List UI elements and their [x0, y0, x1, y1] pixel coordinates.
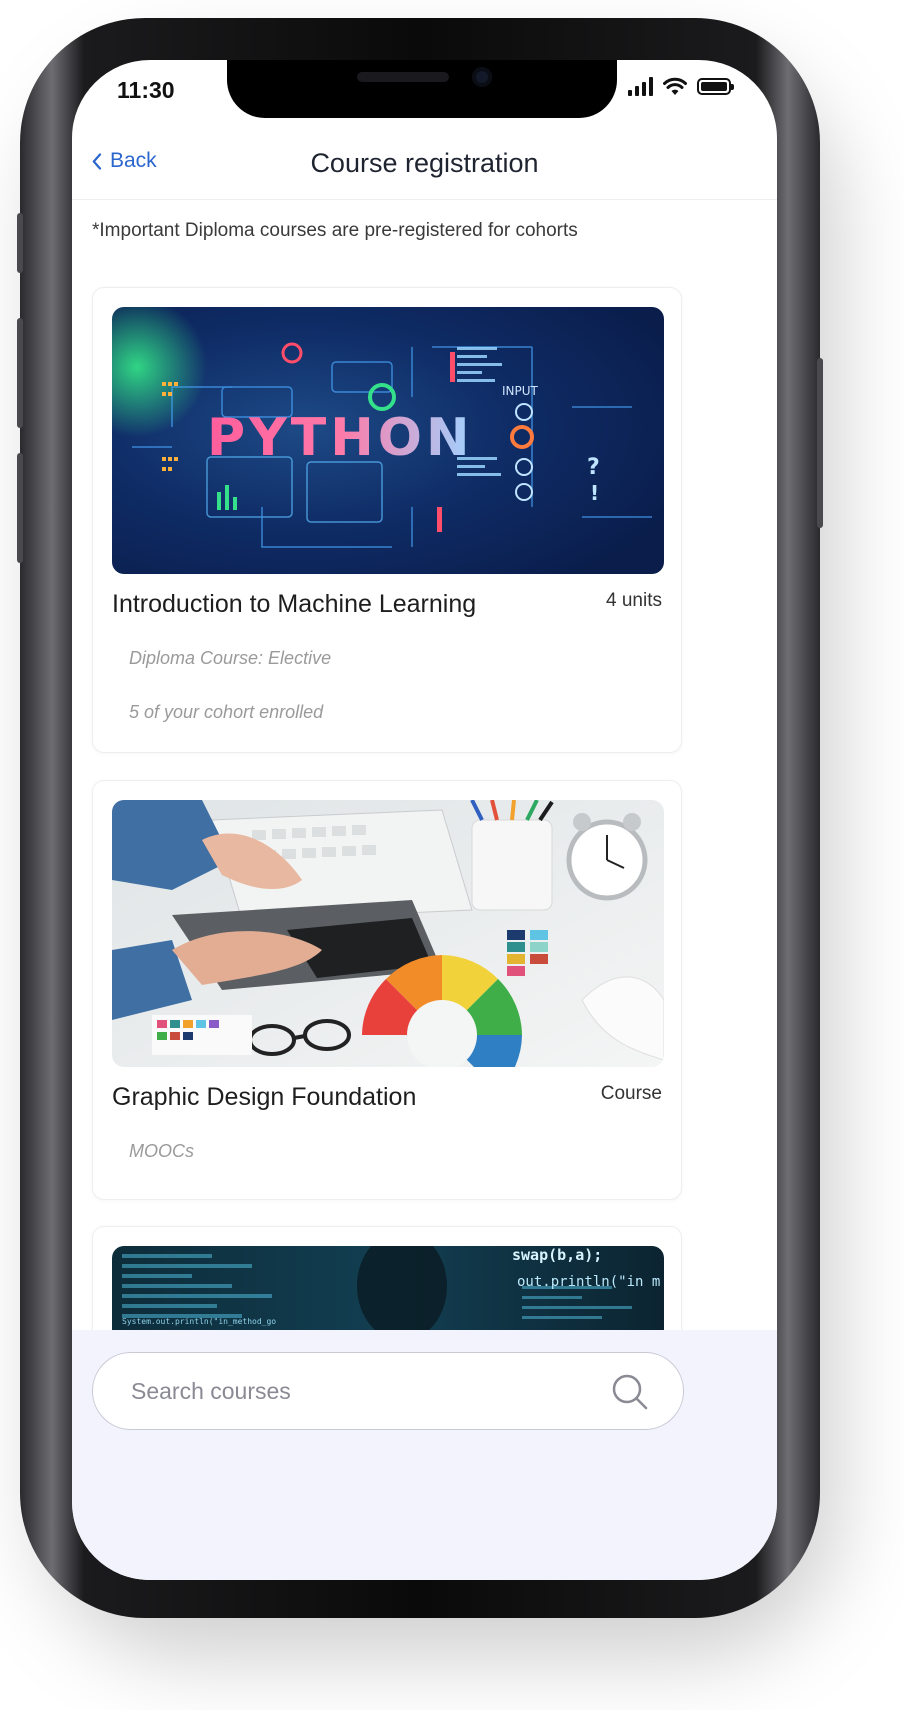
- search-icon[interactable]: [611, 1373, 649, 1411]
- battery-icon: [697, 77, 734, 95]
- status-icons: [628, 76, 734, 96]
- python-logo-text: PYTHON: [207, 408, 473, 468]
- course-type-label: Course: [600, 1083, 662, 1104]
- svg-text:!: !: [590, 481, 599, 505]
- volume-down-button: [17, 453, 23, 563]
- code-line-3: System.out.println("in_method_go: [122, 1317, 276, 1326]
- volume-up-button: [17, 318, 23, 428]
- course-thumbnail-python: PYTHON INPUT ? !: [112, 307, 664, 574]
- course-thumbnail-design: [112, 800, 664, 1067]
- code-line-1: swap(b,a);: [512, 1246, 602, 1264]
- wifi-icon: [663, 77, 687, 96]
- course-provider: MOOCs: [129, 1141, 194, 1161]
- signal-icon: [628, 76, 653, 96]
- input-label: INPUT: [502, 384, 539, 398]
- speaker-grille: [357, 72, 449, 82]
- front-camera: [472, 67, 492, 87]
- power-button: [817, 358, 823, 528]
- search-input[interactable]: [131, 1353, 571, 1429]
- status-time: 11:30: [117, 77, 175, 103]
- navigation-bar: Back Course registration: [72, 138, 777, 200]
- course-card-machine-learning[interactable]: PYTHON INPUT ? ! Introduction to Machine…: [92, 287, 682, 753]
- cohort-enrollment: 5 of your cohort enrolled: [129, 702, 324, 722]
- search-box[interactable]: [92, 1352, 684, 1430]
- page-title: Course registration: [310, 148, 539, 178]
- course-type: Diploma Course: Elective: [129, 648, 332, 668]
- code-line-2: out.println("in m: [517, 1274, 660, 1290]
- svg-text:?: ?: [587, 455, 600, 480]
- course-card-graphic-design[interactable]: Graphic Design Foundation Course MOOCs: [92, 780, 682, 1200]
- notch: [227, 60, 617, 118]
- course-title: Graphic Design Foundation: [112, 1083, 417, 1111]
- course-title: Introduction to Machine Learning: [112, 590, 477, 618]
- app-screen: 11:30 Back Course registration *Importan…: [72, 60, 777, 1580]
- course-units: 4 units: [606, 590, 662, 611]
- search-panel: [72, 1330, 777, 1580]
- mute-switch: [17, 213, 23, 273]
- pre-registration-notice: *Important Diploma courses are pre-regis…: [92, 220, 578, 241]
